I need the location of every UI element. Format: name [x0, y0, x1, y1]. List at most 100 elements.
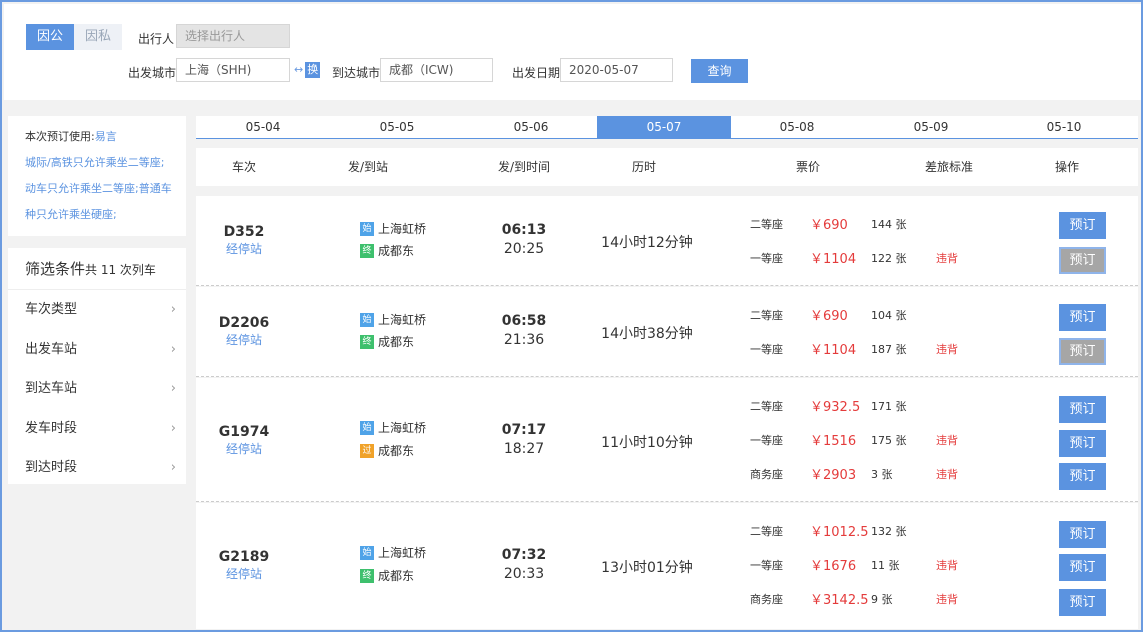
date-tab[interactable]: 05-04 [196, 116, 330, 138]
duration: 14小时38分钟 [601, 326, 693, 342]
stops-link[interactable]: 经停站 [196, 331, 292, 348]
seat-class: 二等座 [750, 400, 783, 413]
date-tab[interactable]: 05-05 [330, 116, 464, 138]
arrival-time: 20:25 [503, 241, 545, 257]
seat-count: 132 张 [871, 525, 907, 538]
chevron-right-icon: › [170, 381, 176, 396]
seat-class: 二等座 [750, 309, 783, 322]
filter-departure-period[interactable]: 发车时段 › [8, 409, 186, 449]
date-tab[interactable]: 05-06 [464, 116, 598, 138]
filter-title-text: 筛选条件 [25, 260, 86, 278]
stops-link[interactable]: 经停站 [196, 240, 292, 257]
filter-arrival-period[interactable]: 到达时段 › [8, 448, 186, 488]
notice-line-1: 本次预订使用:易言 [25, 124, 186, 150]
policy-violation: 违背 [936, 468, 958, 481]
table-row: D2206 经停站 始上海虹桥 终成都东 06:58 21:36 14小时38分… [196, 287, 1138, 377]
seat-count: 171 张 [871, 400, 907, 413]
filter-panel: 筛选条件共 11 次列车 车次类型 › 出发车站 › 到达车站 › 发车时段 › 到达时… [8, 248, 186, 484]
book-button[interactable]: 预订 [1059, 521, 1106, 548]
col-duration: 历时 [631, 160, 656, 174]
date-field[interactable]: 2020-05-07 [560, 58, 673, 82]
arrival-station: 终成都东 [360, 334, 414, 350]
filter-train-type[interactable]: 车次类型 › [8, 290, 186, 330]
departure-station: 始上海虹桥 [360, 221, 426, 237]
book-button[interactable]: 预订 [1059, 554, 1106, 581]
col-action: 操作 [1054, 160, 1079, 174]
filter-arrival-station[interactable]: 到达车站 › [8, 369, 186, 409]
seat-class: 一等座 [750, 434, 783, 447]
train-number[interactable]: D2206 [196, 315, 292, 331]
seat-count: 187 张 [871, 343, 907, 356]
query-button[interactable]: 查询 [691, 59, 748, 83]
arrival-station: 终成都东 [360, 243, 414, 259]
start-badge: 始 [360, 546, 374, 560]
departure-station: 始上海虹桥 [360, 545, 426, 561]
notice-line-3: 动车只允许乘坐二等座;普通车 [25, 182, 172, 195]
departure-station: 始上海虹桥 [360, 312, 426, 328]
train-count: 共 11 次列车 [85, 263, 156, 277]
tab-business[interactable]: 因公 [26, 24, 74, 50]
swap-cities-button[interactable]: ↔ 换 [294, 62, 322, 78]
station-name: 上海虹桥 [378, 421, 427, 435]
book-button[interactable]: 预订 [1059, 430, 1106, 457]
seat-class: 一等座 [750, 559, 783, 572]
book-button-disabled[interactable]: 预订 [1059, 247, 1106, 274]
seat-price: ￥690 [810, 218, 848, 233]
book-button[interactable]: 预订 [1059, 396, 1106, 423]
stops-link[interactable]: 经停站 [196, 440, 292, 457]
col-stations: 发/到站 [347, 160, 389, 174]
book-button[interactable]: 预订 [1059, 304, 1106, 331]
traveler-field[interactable]: 选择出行人 [176, 24, 290, 48]
filter-label: 到达时段 [25, 460, 78, 475]
departure-time: 07:32 [501, 547, 547, 563]
book-button[interactable]: 预订 [1059, 463, 1106, 490]
duration: 14小时12分钟 [601, 235, 693, 251]
arrival-station: 终成都东 [360, 568, 414, 584]
date-tab[interactable]: 05-10 [997, 116, 1131, 138]
filter-label: 出发车站 [25, 341, 78, 357]
stops-link[interactable]: 经停站 [196, 565, 292, 582]
notice-link[interactable]: 易言 [95, 130, 117, 143]
seat-class: 一等座 [750, 343, 783, 356]
train-number[interactable]: D352 [196, 224, 292, 240]
col-price: 票价 [795, 160, 820, 174]
filter-departure-station[interactable]: 出发车站 › [8, 330, 186, 370]
policy-notice: 本次预订使用:易言 城际/高铁只允许乘坐二等座; 动车只允许乘坐二等座;普通车 … [8, 116, 186, 236]
to-city-field[interactable]: 成都（ICW) [380, 58, 493, 82]
train-number[interactable]: G1974 [196, 424, 292, 440]
app-frame: 因公 因私 出行人 选择出行人 出发城市 上海（SHH) ↔ 换 到达城市 成都（… [0, 0, 1143, 632]
seat-class: 二等座 [750, 218, 783, 231]
date-tab-selected[interactable]: 05-07 [597, 116, 731, 138]
chevron-right-icon: › [170, 302, 176, 317]
swap-arrows-icon: ↔ [294, 63, 304, 76]
pass-badge: 过 [360, 444, 374, 458]
date-tab[interactable]: 05-09 [864, 116, 998, 138]
station-name: 成都东 [378, 444, 415, 458]
seat-count: 104 张 [871, 309, 907, 322]
tab-private[interactable]: 因私 [74, 24, 122, 50]
duration: 13小时01分钟 [601, 560, 693, 576]
seat-count: 3 张 [871, 468, 893, 481]
notice-line-4: 种只允许乘坐硬座; [25, 208, 117, 221]
seat-price: ￥1104 [810, 252, 857, 267]
book-button[interactable]: 预订 [1059, 212, 1106, 239]
date-tabs: 05-04 05-05 05-06 05-07 05-08 05-09 05-1… [196, 116, 1138, 139]
book-button-disabled[interactable]: 预订 [1059, 338, 1106, 365]
filter-label: 到达车站 [25, 381, 78, 396]
notice-prefix: 本次预订使用: [25, 130, 95, 143]
book-button[interactable]: 预订 [1059, 589, 1106, 616]
date-tab[interactable]: 05-08 [730, 116, 864, 138]
date-label: 出发日期 [512, 66, 561, 80]
policy-violation: 违背 [936, 559, 958, 572]
seat-price: ￥2903 [810, 468, 857, 483]
end-badge: 终 [360, 244, 374, 258]
from-city-field[interactable]: 上海（SHH) [176, 58, 290, 82]
departure-station: 始上海虹桥 [360, 420, 426, 436]
duration: 11小时10分钟 [601, 435, 693, 451]
end-badge: 终 [360, 569, 374, 583]
col-times: 发/到时间 [497, 160, 551, 174]
seat-class: 商务座 [750, 593, 783, 606]
table-row: G2189 经停站 始上海虹桥 终成都东 07:32 20:33 13小时01分… [196, 503, 1138, 629]
train-number[interactable]: G2189 [196, 549, 292, 565]
filter-label: 发车时段 [25, 420, 78, 436]
